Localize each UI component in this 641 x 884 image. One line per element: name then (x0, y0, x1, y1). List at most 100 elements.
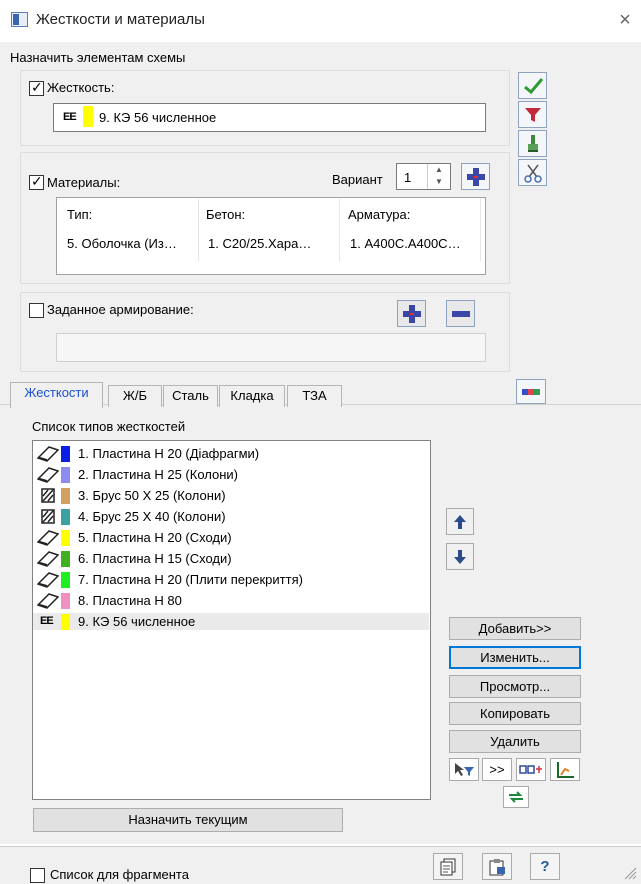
axes-button[interactable] (550, 758, 580, 781)
color-legend-button[interactable] (516, 379, 546, 404)
list-item[interactable]: 4. Брус 25 Х 40 (Колони) (33, 508, 429, 525)
add-material-button[interactable] (461, 163, 490, 190)
material-concrete-cell[interactable]: 1. С20/25.Хара… (208, 236, 311, 251)
materials-checkbox[interactable] (29, 173, 44, 190)
plus-icon (402, 304, 421, 323)
column-rebar: Арматура: (348, 207, 411, 222)
color-swatch (61, 467, 70, 483)
material-type-cell[interactable]: 5. Оболочка (Из… (67, 236, 177, 251)
cursor-filter-icon (455, 762, 474, 776)
color-swatch (61, 551, 70, 567)
list-item[interactable]: 6. Пластина Н 15 (Сходи) (33, 550, 429, 567)
list-item-label: 8. Пластина Н 80 (78, 593, 182, 608)
stepper-arrows-icon[interactable]: ▲ ▼ (427, 164, 450, 189)
reinforcement-label: Заданное армирование: (47, 302, 194, 317)
bar-section-icon (37, 508, 59, 525)
plate-icon (36, 571, 60, 588)
plus-icon (466, 167, 485, 186)
delete-button[interactable]: Удалить (449, 730, 581, 753)
tab-rc[interactable]: Ж/Б (108, 385, 162, 407)
document-icon (440, 858, 456, 875)
swap-arrows-icon (509, 791, 523, 803)
materials-label: Материалы: (47, 175, 121, 190)
clipboard-icon (489, 858, 505, 875)
variant-label: Вариант (332, 172, 383, 187)
remove-reinforcement-button[interactable] (446, 300, 475, 327)
color-swatch (61, 572, 70, 588)
color-swatch (61, 446, 70, 462)
tab-tza[interactable]: ТЗА (287, 385, 342, 407)
brush-button[interactable] (518, 130, 547, 157)
fragment-checkbox[interactable] (30, 868, 45, 883)
plate-icon (36, 550, 60, 567)
reinforcement-field (56, 333, 486, 362)
move-up-button[interactable] (446, 508, 474, 535)
print-button[interactable] (482, 853, 512, 880)
list-item[interactable]: EE 9. КЭ 56 численное (33, 613, 429, 630)
reinforcement-checkbox[interactable] (29, 303, 44, 318)
bar-section-icon (37, 487, 59, 504)
list-item-label: 1. Пластина Н 20 (Діафрагми) (78, 446, 260, 461)
swap-button[interactable] (503, 786, 529, 808)
axes-icon (557, 761, 574, 778)
list-item[interactable]: 5. Пластина Н 20 (Сходи) (33, 529, 429, 546)
sort-icon (519, 764, 542, 774)
stiffness-label: Жесткость: (47, 80, 115, 95)
copy-list-button[interactable] (433, 853, 463, 880)
apply-button[interactable] (518, 72, 547, 99)
arrow-up-icon (454, 514, 466, 529)
edit-button[interactable]: Изменить... (449, 646, 581, 669)
column-divider (198, 199, 199, 261)
tab-stiffness[interactable]: Жесткости (10, 382, 103, 408)
list-item-label: 9. КЭ 56 численное (78, 614, 196, 629)
color-swatch (61, 488, 70, 504)
list-item[interactable]: 3. Брус 50 Х 25 (Колони) (33, 487, 429, 504)
column-divider (480, 199, 481, 261)
window-title: Жесткости и материалы (36, 11, 205, 28)
resize-grip-icon[interactable] (623, 866, 637, 880)
plate-icon (36, 592, 60, 609)
select-filter-button[interactable] (449, 758, 479, 781)
cut-button[interactable] (518, 159, 547, 186)
color-swatch (61, 530, 70, 546)
fe-icon: EE (40, 615, 54, 627)
close-button[interactable]: × (612, 8, 638, 32)
check-icon (523, 77, 543, 94)
material-rebar-cell[interactable]: 1. А400С.А400С… (350, 236, 461, 251)
stiffness-checkbox[interactable] (29, 79, 44, 96)
tab-steel[interactable]: Сталь (163, 385, 218, 407)
move-down-button[interactable] (446, 543, 474, 570)
filter-button[interactable] (518, 101, 547, 128)
color-swatch (61, 614, 70, 630)
list-item-label: 3. Брус 50 Х 25 (Колони) (78, 488, 226, 503)
help-button[interactable]: ? (530, 853, 560, 880)
fe-icon: EE (63, 111, 77, 123)
app-icon (11, 12, 28, 27)
plate-icon (36, 466, 60, 483)
list-item[interactable]: 1. Пластина Н 20 (Діафрагми) (33, 445, 429, 462)
copy-button[interactable]: Копировать (449, 702, 581, 725)
add-button[interactable]: Добавить>> (449, 617, 581, 640)
list-title: Список типов жесткостей (32, 419, 186, 434)
list-item-label: 7. Пластина Н 20 (Плити перекриття) (78, 572, 303, 587)
list-item[interactable]: 8. Пластина Н 80 (33, 592, 429, 609)
brush-icon (527, 134, 538, 152)
color-bar-icon (522, 388, 540, 395)
arrow-down-icon (454, 549, 466, 564)
forward-button[interactable]: >> (482, 758, 512, 781)
stiffness-list[interactable]: 1. Пластина Н 20 (Діафрагми) 2. Пластина … (32, 440, 431, 800)
color-swatch (61, 509, 70, 525)
list-item-label: 6. Пластина Н 15 (Сходи) (78, 551, 232, 566)
sort-button[interactable] (516, 758, 546, 781)
add-reinforcement-button[interactable] (397, 300, 426, 327)
view-button[interactable]: Просмотр... (449, 675, 581, 698)
list-item[interactable]: 2. Пластина Н 25 (Колони) (33, 466, 429, 483)
list-item[interactable]: 7. Пластина Н 20 (Плити перекриття) (33, 571, 429, 588)
assign-group-label: Назначить элементам схемы (10, 50, 186, 65)
plate-icon (36, 529, 60, 546)
column-type: Тип: (67, 207, 93, 222)
plate-icon (36, 445, 60, 462)
assign-current-button[interactable]: Назначить текущим (33, 808, 343, 832)
tab-masonry[interactable]: Кладка (219, 385, 285, 407)
stiffness-color-swatch (83, 106, 93, 127)
